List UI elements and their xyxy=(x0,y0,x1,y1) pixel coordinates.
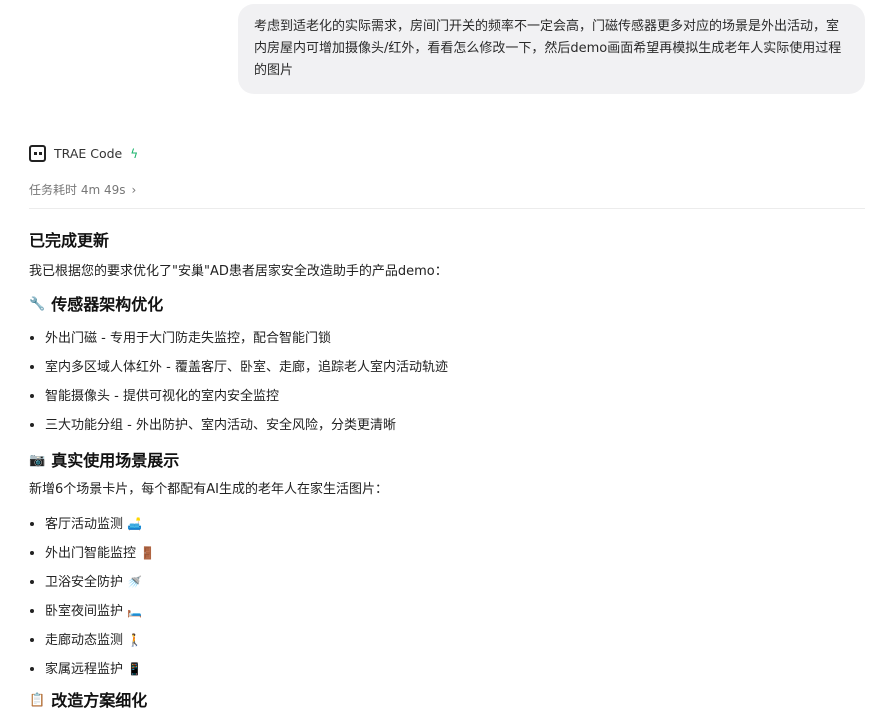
scene-label: 卧室夜间监护 xyxy=(45,604,124,619)
list-item: 客厅活动监测 🛋️ xyxy=(29,510,865,539)
scene-label: 外出门智能监控 xyxy=(45,546,137,561)
phone-icon: 📱 xyxy=(127,662,142,676)
list-item: 卧室夜间监护 🛏️ xyxy=(29,597,865,626)
agent-name: TRAE Code xyxy=(54,146,123,161)
chevron-right-icon: › xyxy=(131,182,137,197)
list-item: 卫浴安全防护 🚿 xyxy=(29,568,865,597)
list-item: 外出门磁 - 专用于大门防走失监控，配合智能门锁 xyxy=(29,324,865,353)
section-heading-sensors: 🔧 传感器架构优化 xyxy=(29,292,865,318)
scene-list: 客厅活动监测 🛋️ 外出门智能监控 🚪 卫浴安全防护 🚿 卧室夜间监护 🛏️ 走廊动态监… xyxy=(29,510,865,684)
section-heading-scenes: 📷 真实使用场景展示 xyxy=(29,448,865,474)
walking-person-icon: 🚶 xyxy=(127,633,142,647)
section-heading-plan: 📋 改造方案细化 xyxy=(29,688,865,714)
agent-header: TRAE Code ϟ xyxy=(29,145,138,162)
list-item: 家属远程监护 📱 xyxy=(29,655,865,684)
list-item: 走廊动态监测 🚶 xyxy=(29,626,865,655)
sensor-list: 外出门磁 - 专用于大门防走失监控，配合智能门锁 室内多区域人体红外 - 覆盖客… xyxy=(29,324,865,440)
wrench-icon: 🔧 xyxy=(29,297,46,312)
scenes-intro: 新增6个场景卡片，每个都配有AI生成的老年人在家生活图片： xyxy=(29,482,388,497)
trae-logo-icon xyxy=(29,145,46,162)
list-item: 三大功能分组 - 外出防护、室内活动、安全风险，分类更清晰 xyxy=(29,411,865,440)
scene-label: 走廊动态监测 xyxy=(45,633,124,648)
section-heading-text: 传感器架构优化 xyxy=(51,295,164,314)
clipboard-icon: 📋 xyxy=(29,693,46,708)
user-message-bubble: 考虑到适老化的实际需求，房间门开关的频率不一定会高，门磁传感器更多对应的场景是外… xyxy=(238,4,865,94)
divider xyxy=(29,208,865,209)
list-item: 智能摄像头 - 提供可视化的室内安全监控 xyxy=(29,382,865,411)
scene-label: 家属远程监护 xyxy=(45,662,124,677)
task-time-toggle[interactable]: 任务耗时 4m 49s › xyxy=(29,181,136,198)
list-item: 外出门智能监控 🚪 xyxy=(29,539,865,568)
sofa-icon: 🛋️ xyxy=(127,517,142,531)
scene-label: 卫浴安全防护 xyxy=(45,575,124,590)
camera-icon: 📷 xyxy=(29,453,46,468)
bed-icon: 🛏️ xyxy=(127,604,142,618)
door-icon: 🚪 xyxy=(140,546,155,560)
shower-icon: 🚿 xyxy=(127,575,142,589)
response-content: 已完成更新 我已根据您的要求优化了"安巢"AD患者居家安全改造助手的产品demo… xyxy=(29,228,865,719)
response-intro: 我已根据您的要求优化了"安巢"AD患者居家安全改造助手的产品demo： xyxy=(29,264,448,279)
section-heading-text: 改造方案细化 xyxy=(51,691,148,710)
task-time-label: 任务耗时 4m 49s xyxy=(29,183,126,197)
response-title: 已完成更新 xyxy=(29,231,110,250)
user-message-text: 考虑到适老化的实际需求，房间门开关的频率不一定会高，门磁传感器更多对应的场景是外… xyxy=(254,19,842,78)
scene-label: 客厅活动监测 xyxy=(45,517,124,532)
section-heading-text: 真实使用场景展示 xyxy=(51,451,180,470)
bolt-icon: ϟ xyxy=(130,146,139,161)
list-item: 室内多区域人体红外 - 覆盖客厅、卧室、走廊，追踪老人室内活动轨迹 xyxy=(29,353,865,382)
